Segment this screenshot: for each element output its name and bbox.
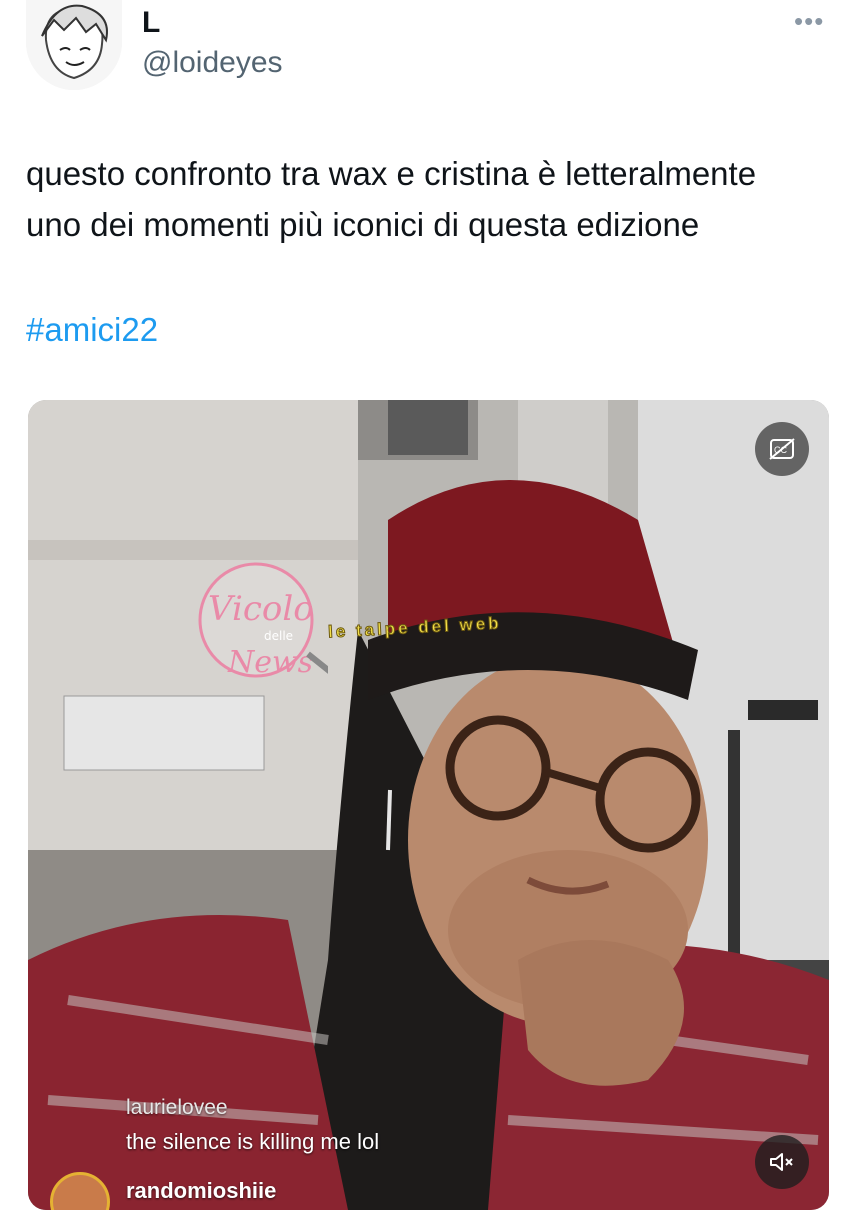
vicolo-watermark: Vicolo delle News [168, 562, 370, 705]
avatar[interactable] [26, 0, 122, 90]
captions-off-icon[interactable]: CC [755, 422, 809, 476]
avatar-illustration [26, 0, 122, 90]
watermark-text-delle: delle [264, 629, 293, 643]
tweet-text: questo confronto tra wax e cristina è le… [26, 155, 757, 243]
more-horizontal-icon[interactable]: ••• [794, 6, 824, 37]
user-handle[interactable]: @loideyes [142, 46, 283, 80]
volume-muted-icon[interactable] [755, 1135, 809, 1189]
display-name[interactable]: L [142, 6, 160, 40]
video-frame [28, 400, 829, 1210]
overlay-comment-user: laurielovee [126, 1096, 228, 1119]
video-player[interactable]: Vicolo delle News le talpe del web CC la… [28, 400, 829, 1210]
overlay-comment-text: the silence is killing me lol [126, 1129, 380, 1154]
hashtag-link[interactable]: #amici22 [26, 304, 158, 355]
watermark-text-vicolo: Vicolo [208, 589, 314, 629]
watermark-text-news: News [227, 645, 313, 680]
overlay-comment-user-2: randomioshiie [126, 1178, 277, 1203]
